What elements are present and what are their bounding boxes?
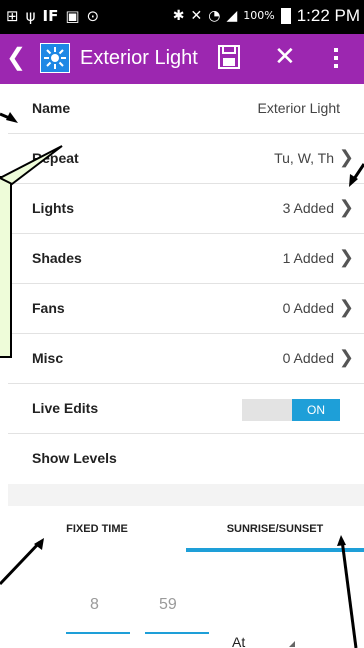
hour-underline — [66, 632, 130, 634]
wifi-icon: ◔ — [208, 8, 221, 24]
usb-icon: ψ — [25, 7, 36, 25]
time-mode-tabs: FIXED TIME SUNRISE/SUNSET — [8, 506, 364, 553]
ifttt-icon: IF — [42, 7, 59, 25]
chevron-right-icon: ❯ — [338, 197, 354, 217]
row-value: 3 Added — [282, 200, 334, 216]
section-divider — [8, 484, 364, 506]
save-icon[interactable] — [218, 45, 240, 74]
status-bar: ⊞ ψ IF ▣ ⊙ ✱ ✕ ◔ ◢ 100% 1:22 PM — [0, 0, 364, 34]
back-chevron-icon[interactable]: ❮ — [6, 45, 26, 71]
row-live-edits: Live Edits ON — [8, 384, 364, 434]
image-icon: ▣ — [65, 7, 80, 25]
row-label: Lights — [32, 200, 74, 216]
row-value: Exterior Light — [257, 100, 340, 116]
chevron-right-icon: ❯ — [338, 147, 354, 167]
close-icon[interactable]: ✕ — [274, 43, 296, 71]
battery-percent: 100% — [243, 9, 275, 22]
row-misc[interactable]: Misc 0 Added ❯ — [8, 334, 364, 384]
row-value: 0 Added — [282, 350, 334, 366]
row-name[interactable]: Name Exterior Light — [8, 84, 364, 134]
app-title: Exterior Light — [80, 47, 198, 69]
row-value: 0 Added — [282, 300, 334, 316]
row-label: Live Edits — [32, 400, 99, 416]
time-picker: 8 59 At — [8, 552, 364, 648]
row-label: Name — [32, 100, 71, 116]
status-right-icons: ✱ ✕ ◔ ◢ 100% 1:22 PM — [173, 6, 360, 26]
row-fans[interactable]: Fans 0 Added ❯ — [8, 284, 364, 334]
chevron-right-icon: ❯ — [338, 347, 354, 367]
battery-icon — [280, 8, 291, 24]
mute-icon: ✕ — [190, 8, 203, 24]
toggle-on-label: ON — [292, 399, 340, 421]
minute-field[interactable]: 59 — [159, 596, 177, 614]
minute-underline — [145, 632, 209, 634]
row-label: Misc — [32, 350, 64, 366]
live-edits-toggle[interactable]: ON — [242, 399, 340, 421]
sunburst-icon[interactable] — [40, 43, 70, 73]
tab-fixed-time[interactable]: FIXED TIME — [8, 506, 186, 553]
row-show-levels[interactable]: Show Levels — [8, 434, 364, 484]
bluetooth-icon: ✱ — [172, 8, 185, 24]
row-label: Show Levels — [32, 450, 117, 466]
mode-select[interactable]: At — [232, 634, 245, 648]
hour-field[interactable]: 8 — [90, 596, 99, 614]
signal-booster-icon: ⊞ — [6, 7, 19, 25]
cell-signal-icon: ◢ — [226, 8, 238, 24]
status-time: 1:22 PM — [296, 6, 360, 25]
app-bar: ❮ Exterior Light ✕ — [0, 34, 364, 84]
more-vert-icon[interactable] — [333, 46, 339, 75]
chevron-right-icon: ❯ — [338, 247, 354, 267]
settings-list: Name Exterior Light Repeat Tu, W, Th ❯ L… — [8, 84, 364, 484]
row-shades[interactable]: Shades 1 Added ❯ — [8, 234, 364, 284]
dropdown-caret-icon — [289, 641, 295, 647]
row-value: 1 Added — [282, 250, 334, 266]
row-label: Shades — [32, 250, 82, 266]
screen: ⊞ ψ IF ▣ ⊙ ✱ ✕ ◔ ◢ 100% 1:22 PM ❮ Exteri… — [0, 0, 364, 648]
chevron-right-icon: ❯ — [338, 297, 354, 317]
row-repeat[interactable]: Repeat Tu, W, Th ❯ — [8, 134, 364, 184]
row-label: Fans — [32, 300, 65, 316]
row-label: Repeat — [32, 150, 79, 166]
annotation-callout-box — [0, 176, 12, 358]
status-left-icons: ⊞ ψ IF ▣ ⊙ — [6, 6, 99, 26]
row-value: Tu, W, Th — [274, 150, 334, 166]
clock-icon: ⊙ — [86, 7, 100, 25]
row-lights[interactable]: Lights 3 Added ❯ — [8, 184, 364, 234]
tab-sunrise-sunset[interactable]: SUNRISE/SUNSET — [186, 506, 364, 552]
